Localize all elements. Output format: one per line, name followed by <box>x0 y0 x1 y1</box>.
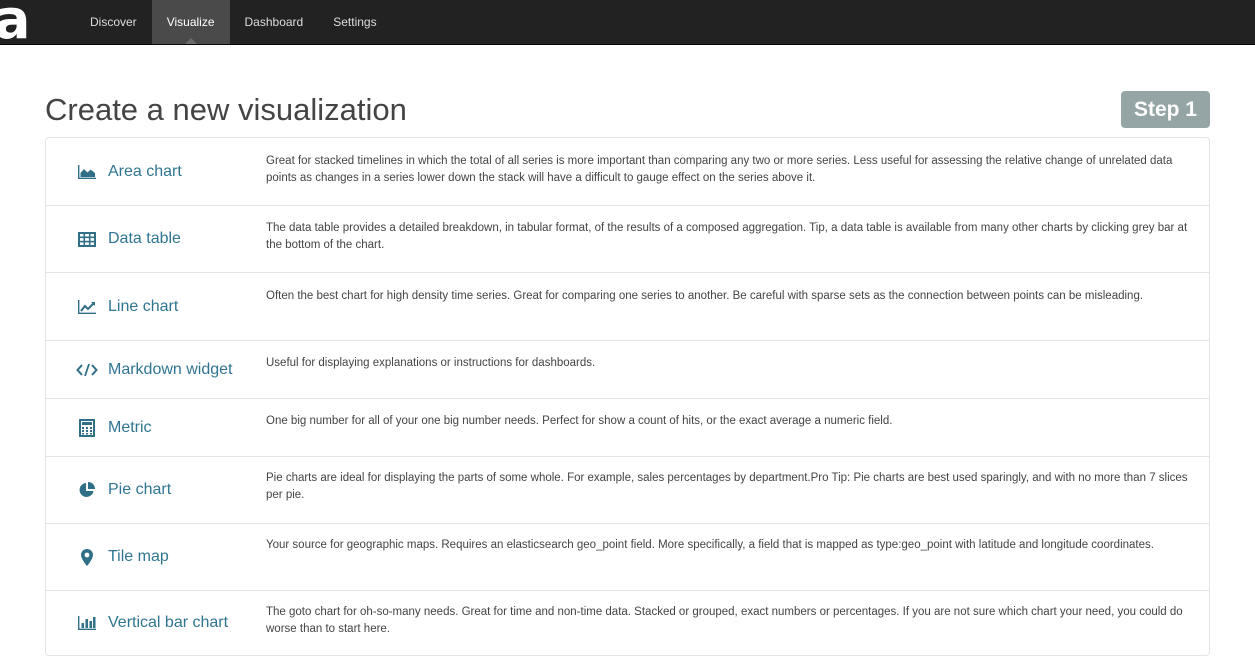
item-label: Area chart <box>108 162 182 180</box>
step-badge: Step 1 <box>1120 91 1210 128</box>
calculator-icon <box>76 417 98 439</box>
list-item-area-chart[interactable]: Area chart Great for stacked timelines i… <box>46 138 1209 206</box>
item-description: The data table provides a detailed break… <box>266 222 1188 251</box>
list-item-data-table[interactable]: Data table The data table provides a det… <box>46 206 1209 273</box>
tab-label: Visualize <box>166 15 215 29</box>
tab-visualize[interactable]: Visualize <box>151 0 230 44</box>
logo-text: a <box>0 0 31 44</box>
list-item-line-chart[interactable]: Line chart Often the best chart for high… <box>46 273 1209 341</box>
item-header: Area chart <box>46 138 266 205</box>
tab-discover[interactable]: Discover <box>75 0 152 44</box>
tab-label: Settings <box>333 15 377 29</box>
item-header: Data table <box>46 206 266 272</box>
line-chart-icon <box>76 296 98 318</box>
item-header: Metric <box>46 399 266 456</box>
top-navbar: a Discover Visualize Dashboard Settings <box>0 0 1255 45</box>
tab-dashboard[interactable]: Dashboard <box>230 0 319 44</box>
code-icon <box>76 359 98 381</box>
item-description: Your source for geographic maps. Require… <box>266 539 1154 551</box>
area-chart-icon <box>76 161 98 183</box>
item-description: The goto chart for oh-so-many needs. Gre… <box>266 606 1183 635</box>
list-item-markdown-widget[interactable]: Markdown widget Useful for displaying ex… <box>46 341 1209 399</box>
list-item-vertical-bar-chart[interactable]: Vertical bar chart The goto chart for oh… <box>46 591 1209 655</box>
bar-chart-icon <box>76 612 98 634</box>
pie-chart-icon <box>76 479 98 501</box>
item-header: Tile map <box>46 524 266 590</box>
item-description: Pie charts are ideal for displaying the … <box>266 472 1188 501</box>
tab-label: Dashboard <box>244 15 304 29</box>
list-item-pie-chart[interactable]: Pie chart Pie charts are ideal for displ… <box>46 457 1209 524</box>
item-label: Metric <box>108 418 152 436</box>
item-label: Vertical bar chart <box>108 614 229 631</box>
item-header: Pie chart <box>46 457 266 523</box>
list-item-tile-map[interactable]: Tile map Your source for geographic maps… <box>46 524 1209 591</box>
item-header: Vertical bar chart <box>46 591 266 655</box>
item-description: Useful for displaying explanations or in… <box>266 357 596 369</box>
visualization-type-list: Area chart Great for stacked timelines i… <box>45 137 1210 656</box>
item-label: Markdown widget <box>108 360 233 378</box>
item-description: Often the best chart for high density ti… <box>266 290 1144 302</box>
item-label: Line chart <box>108 297 179 315</box>
kibana-logo[interactable]: a <box>0 0 60 44</box>
map-marker-icon <box>76 546 98 568</box>
list-item-metric[interactable]: Metric One big number for all of your on… <box>46 399 1209 457</box>
table-icon <box>76 228 98 250</box>
tab-label: Discover <box>90 15 137 29</box>
nav-tabs: Discover Visualize Dashboard Settings <box>75 0 392 44</box>
item-label: Data table <box>108 230 181 247</box>
item-description: One big number for all of your one big n… <box>266 415 893 427</box>
item-description: Great for stacked timelines in which the… <box>266 155 1173 184</box>
item-label: Pie chart <box>108 481 172 498</box>
item-header: Markdown widget <box>46 341 266 398</box>
page-title: Create a new visualization <box>45 92 407 127</box>
item-header: Line chart <box>46 273 266 340</box>
tab-settings[interactable]: Settings <box>318 0 391 44</box>
item-label: Tile map <box>108 548 169 565</box>
